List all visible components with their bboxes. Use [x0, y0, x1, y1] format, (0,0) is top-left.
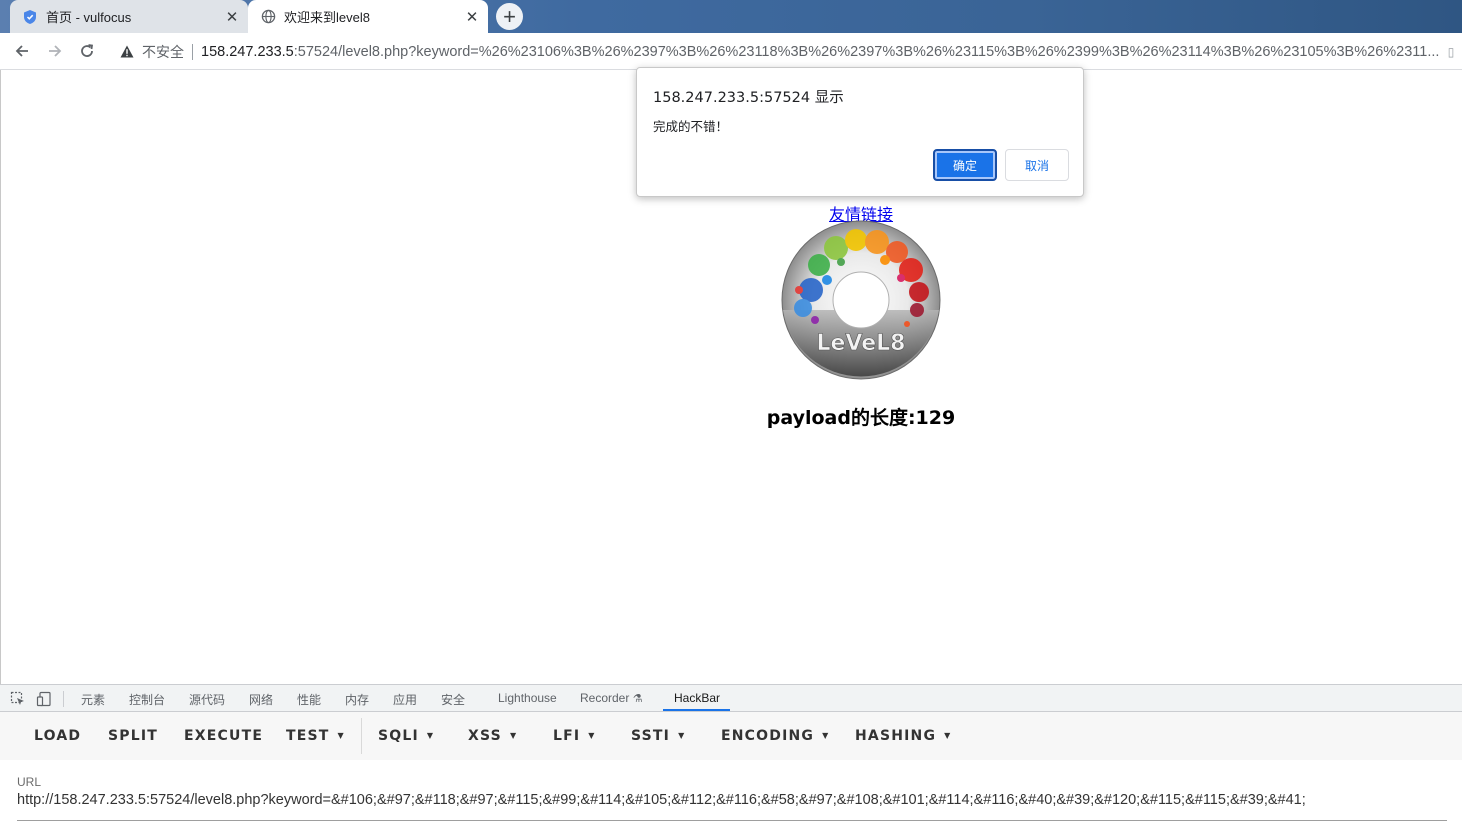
- devtools-tab-bar: 元素 控制台 源代码 网络 性能 内存 应用 安全 Lighthouse Rec…: [0, 684, 1462, 712]
- tab-hackbar[interactable]: HackBar: [674, 691, 720, 705]
- disc-label: LeVeL8: [816, 331, 905, 356]
- cancel-button[interactable]: 取消: [1005, 149, 1069, 181]
- share-icon[interactable]: ▯: [1442, 45, 1460, 59]
- arrow-right-icon: [49, 45, 62, 57]
- new-tab-button[interactable]: +: [496, 3, 523, 30]
- reload-icon: [81, 44, 94, 57]
- input-underline: [17, 820, 1447, 821]
- reload-button[interactable]: [74, 38, 100, 64]
- caret-down-icon: ▼: [822, 731, 830, 740]
- ssti-dropdown[interactable]: SSTI ▼: [631, 728, 685, 744]
- url-input[interactable]: http://158.247.233.5:57524/level8.php?ke…: [17, 792, 1447, 808]
- caret-down-icon: ▼: [426, 731, 435, 740]
- divider: [63, 691, 64, 707]
- url-host: 158.247.233.5: [201, 43, 294, 60]
- tab-level8[interactable]: 欢迎来到level8 ✕: [248, 0, 488, 33]
- url-rest: :57524/level8.php?keyword=%26%23106%3B%2…: [293, 43, 1440, 60]
- close-icon[interactable]: ✕: [222, 7, 242, 27]
- close-icon[interactable]: ✕: [462, 7, 482, 27]
- alert-dialog: 158.247.233.5:57524 显示 完成的不错！ 确定 取消: [636, 67, 1084, 197]
- tab-recorder[interactable]: Recorder ⚗: [580, 691, 643, 705]
- caret-down-icon: ▼: [509, 731, 518, 740]
- dialog-title: 158.247.233.5:57524 显示: [653, 90, 844, 106]
- encoding-label: ENCODING: [721, 728, 815, 744]
- tab-security[interactable]: 安全: [441, 691, 465, 708]
- sqli-label: SQLI: [378, 728, 419, 744]
- globe-icon: [260, 9, 276, 25]
- execute-button[interactable]: EXECUTE: [184, 728, 263, 744]
- lfi-dropdown[interactable]: LFI ▼: [553, 728, 596, 744]
- tab-memory[interactable]: 内存: [345, 691, 369, 708]
- tab-elements[interactable]: 元素: [81, 691, 105, 708]
- tab-network[interactable]: 网络: [249, 691, 273, 708]
- sqli-dropdown[interactable]: SQLI ▼: [378, 728, 434, 744]
- tab-recorder-label: Recorder: [580, 691, 630, 705]
- tab-lighthouse[interactable]: Lighthouse: [498, 691, 557, 705]
- xss-label: XSS: [468, 728, 502, 744]
- ssti-label: SSTI: [631, 728, 671, 744]
- caret-down-icon: ▼: [678, 731, 686, 740]
- divider: [192, 43, 193, 60]
- hackbar-url-area: URL http://158.247.233.5:57524/level8.ph…: [0, 760, 1462, 824]
- active-tab-indicator: [663, 709, 730, 711]
- tab-vulfocus[interactable]: 首页 - vulfocus ✕: [10, 0, 248, 33]
- shield-icon: [22, 9, 38, 25]
- warning-icon: [118, 43, 136, 61]
- dialog-message: 完成的不错！: [653, 119, 729, 134]
- lfi-label: LFI: [553, 728, 581, 744]
- tab-title: 欢迎来到level8: [284, 10, 370, 25]
- caret-down-icon: ▼: [337, 731, 345, 740]
- caret-down-icon: ▼: [944, 731, 952, 740]
- test-label: TEST: [286, 728, 330, 744]
- load-button[interactable]: LOAD: [34, 728, 81, 744]
- level8-disc-image: LeVeL8: [781, 220, 941, 380]
- back-button[interactable]: [9, 38, 35, 64]
- inspect-element-icon[interactable]: [10, 691, 26, 707]
- url-text[interactable]: 158.247.233.5:57524/level8.php?keyword=%…: [201, 44, 1442, 60]
- tab-sources[interactable]: 源代码: [189, 691, 225, 708]
- tab-console[interactable]: 控制台: [129, 691, 165, 708]
- xss-dropdown[interactable]: XSS ▼: [468, 728, 517, 744]
- encoding-dropdown[interactable]: ENCODING ▼: [721, 728, 829, 744]
- url-label: URL: [17, 775, 42, 789]
- flask-icon: ⚗: [632, 693, 643, 705]
- tab-application[interactable]: 应用: [393, 691, 417, 708]
- test-dropdown[interactable]: TEST ▼: [286, 728, 345, 744]
- hackbar-toolbar: LOAD SPLIT EXECUTE TEST ▼ SQLI ▼ XSS ▼ LFI ▼…: [0, 712, 1462, 760]
- tab-title: 首页 - vulfocus: [46, 10, 132, 25]
- hashing-label: HASHING: [855, 728, 937, 744]
- browser-toolbar: 不安全 158.247.233.5:57524/level8.php?keywo…: [0, 33, 1462, 70]
- tab-performance[interactable]: 性能: [297, 691, 321, 708]
- forward-button[interactable]: [42, 38, 68, 64]
- hashing-dropdown[interactable]: HASHING ▼: [855, 728, 952, 744]
- security-label[interactable]: 不安全: [142, 42, 184, 62]
- divider: [361, 718, 362, 754]
- arrow-left-icon: [15, 45, 28, 57]
- device-toolbar-icon[interactable]: [36, 691, 52, 707]
- address-bar[interactable]: 不安全 158.247.233.5:57524/level8.php?keywo…: [110, 37, 1460, 66]
- payload-length: payload的长度:129: [766, 407, 956, 429]
- ok-button[interactable]: 确定: [933, 149, 997, 181]
- split-button[interactable]: SPLIT: [108, 728, 158, 744]
- caret-down-icon: ▼: [588, 731, 596, 740]
